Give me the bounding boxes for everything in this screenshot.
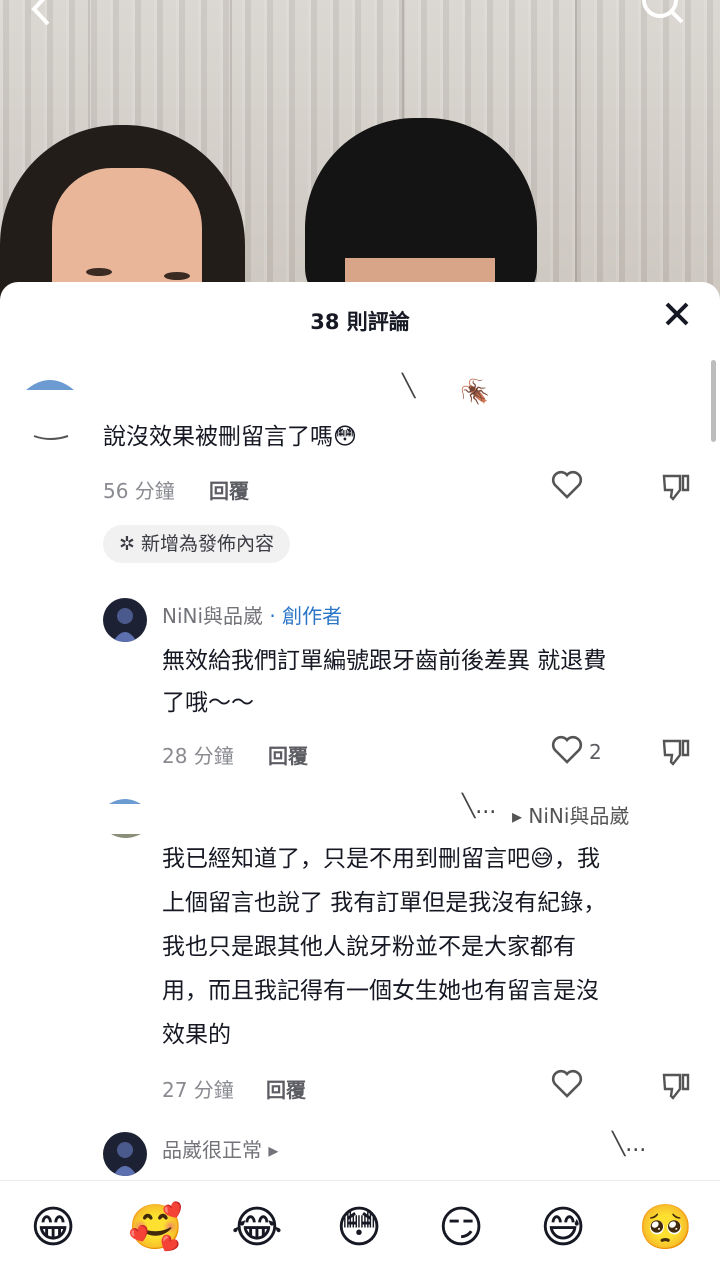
reply-to-label[interactable]: ▸ NiNi與品崴 [512, 800, 629, 829]
bug-icon: 🪳 [460, 378, 490, 406]
decoration-icon: ╲... [612, 1132, 647, 1157]
emoji-bar: 😁 🥰 😂 😳 😏 😅 🥺 [0, 1180, 720, 1281]
emoji-button[interactable]: 😁 [26, 1201, 80, 1255]
like-count: 2 [589, 740, 602, 764]
avatar[interactable] [103, 598, 147, 642]
reply-text-line: 我也只是跟其他人說牙粉並不是大家都有 [162, 934, 576, 960]
dislike-icon[interactable] [661, 737, 695, 771]
username[interactable]: NiNi與品崴 · 創作者 [162, 600, 342, 629]
reply-text-line: 效果的 [162, 1022, 231, 1048]
video-background[interactable] [0, 0, 720, 300]
avatar[interactable] [103, 1132, 147, 1176]
comment-text: 說沒效果被刪留言了嗎😳 [103, 424, 357, 450]
emoji-button[interactable]: 🥰 [128, 1201, 183, 1255]
emoji-button[interactable]: 😅 [536, 1201, 590, 1255]
person-left-face [52, 168, 202, 300]
emoji-button[interactable]: 😳 [332, 1201, 386, 1255]
add-to-post-button[interactable]: ✲ 新增為發佈內容 [103, 525, 290, 563]
chevron-left-icon[interactable] [28, 0, 54, 32]
emoji-button[interactable]: 😂 [230, 1201, 284, 1255]
reply-button[interactable]: 回覆 [209, 475, 249, 504]
scrollbar[interactable] [711, 360, 716, 442]
reply-time: 28 分鐘 [162, 744, 234, 768]
heart-icon[interactable] [551, 470, 585, 504]
heart-icon[interactable] [551, 1069, 585, 1103]
search-icon[interactable] [640, 0, 686, 32]
reply-text-line: 我已經知道了，只是不用到刪留言吧😅，我 [162, 846, 600, 872]
username[interactable]: 品崴很正常 ▸ [162, 1134, 278, 1163]
reply-text-line: 上個留言也說了 我有訂單但是我沒有紀錄， [162, 890, 607, 916]
decoration-icon: ╲... [462, 794, 497, 819]
reply-button[interactable]: 回覆 [266, 1074, 306, 1103]
comments-sheet: 38 則評論 ╲ 🪳 說沒效果被刪留言了嗎😳 56 分鐘 回覆 ✲ 新增為發佈內… [0, 282, 720, 1280]
reply-text-line: 了哦～～ [162, 690, 254, 716]
reply-time: 27 分鐘 [162, 1078, 234, 1102]
sheet-title: 38 則評論 [310, 310, 410, 334]
close-icon[interactable] [660, 300, 694, 334]
creator-badge: · 創作者 [269, 604, 343, 628]
avatar[interactable] [24, 374, 76, 444]
reply-text-line: 用，而且我記得有一個女生她也有留言是沒 [162, 978, 599, 1004]
emoji-button[interactable]: 😏 [434, 1201, 488, 1255]
wood-grain [575, 0, 577, 300]
dislike-icon[interactable] [661, 1071, 695, 1105]
dislike-icon[interactable] [661, 472, 695, 506]
decoration-icon: ╲ [402, 374, 416, 399]
comment-time: 56 分鐘 [103, 479, 175, 503]
reply-text-line: 無效給我們訂單編號跟牙齒前後差異 就退費 [162, 648, 607, 674]
emoji-button[interactable]: 🥺 [638, 1201, 693, 1255]
avatar[interactable] [103, 796, 147, 844]
heart-icon[interactable] [551, 735, 585, 769]
reply-button[interactable]: 回覆 [268, 740, 308, 769]
